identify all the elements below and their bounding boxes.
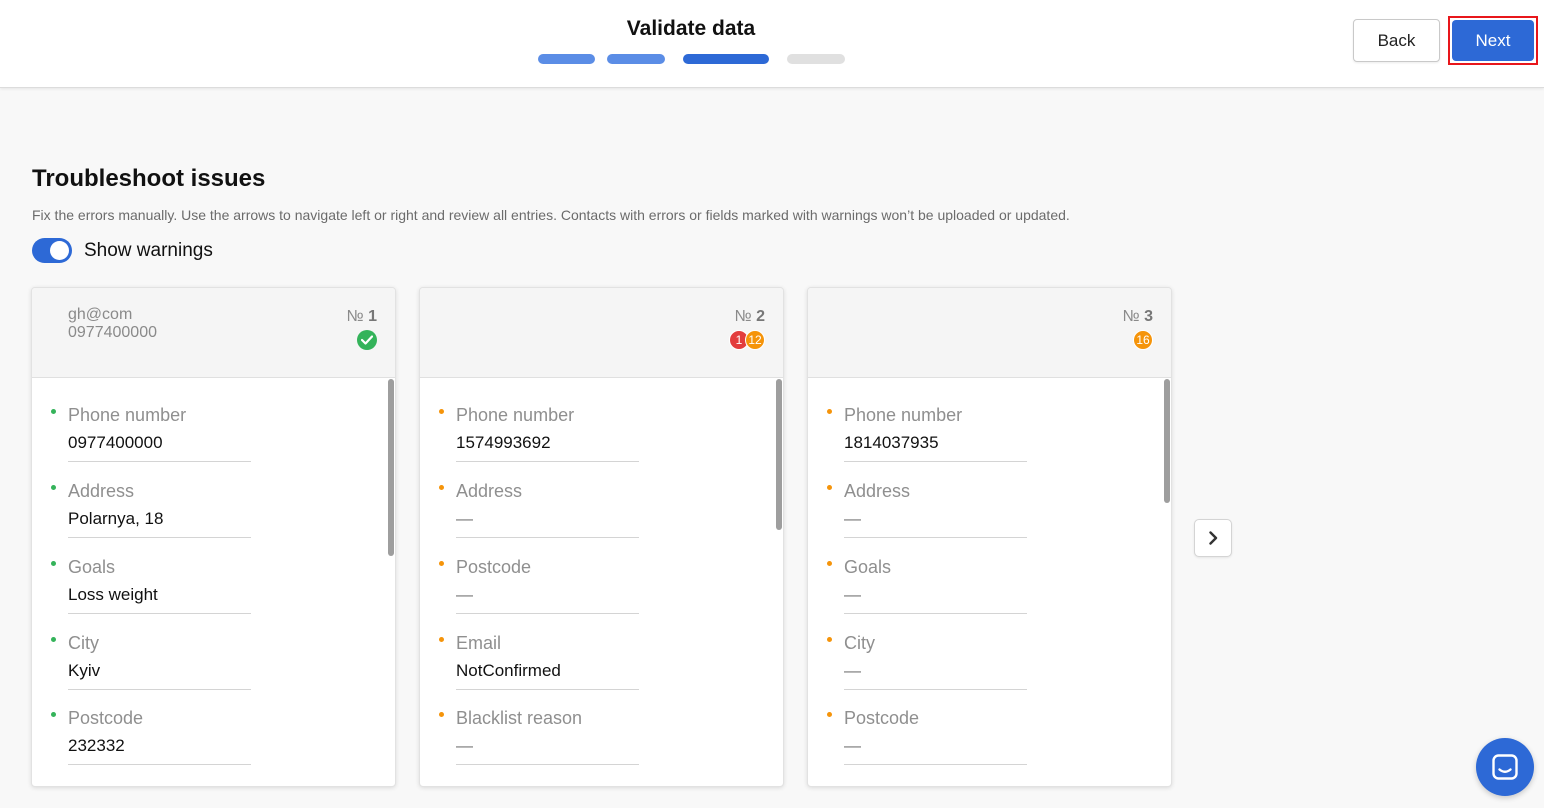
contact-card: gh@com 0977400000 № 1 Phone number 09774… xyxy=(31,287,396,787)
card-number: № 1 xyxy=(346,308,377,325)
field-address: Address — xyxy=(827,480,1027,538)
card-scrollbar[interactable] xyxy=(776,379,782,530)
field-label: Postcode xyxy=(844,708,920,728)
field-address: Address Polarnya, 18 xyxy=(51,480,251,538)
show-warnings-label: Show warnings xyxy=(84,240,213,261)
field-label: Phone number xyxy=(844,405,963,425)
field-value[interactable]: — xyxy=(844,661,1027,690)
field-label: Postcode xyxy=(456,557,532,577)
field-status-dot xyxy=(439,561,444,566)
card-scrollbar[interactable] xyxy=(388,379,394,556)
field-value[interactable]: Kyiv xyxy=(68,661,251,690)
chevron-right-icon xyxy=(1209,531,1218,545)
field-label: Address xyxy=(844,481,911,501)
field-value[interactable]: NotConfirmed xyxy=(456,661,639,690)
field-status-dot xyxy=(439,409,444,414)
field-label: Goals xyxy=(844,557,892,577)
card-status: 1 12 xyxy=(729,330,765,350)
field-value[interactable]: 1814037935 xyxy=(844,433,1027,462)
field-phone-number: Phone number 1814037935 xyxy=(827,404,1027,462)
field-goals: Goals Loss weight xyxy=(51,556,251,614)
card-number: № 3 xyxy=(1122,308,1153,325)
section-description: Fix the errors manually. Use the arrows … xyxy=(32,207,1070,223)
card-status xyxy=(357,330,377,350)
field-status-dot xyxy=(51,561,56,566)
field-value[interactable]: — xyxy=(456,509,639,538)
field-status-dot xyxy=(51,637,56,642)
field-status-dot xyxy=(827,561,832,566)
section-title: Troubleshoot issues xyxy=(32,165,266,192)
field-label: City xyxy=(844,633,875,653)
next-cards-button[interactable] xyxy=(1194,519,1232,557)
contact-card: № 3 16 Phone number 1814037935 Address —… xyxy=(807,287,1172,787)
field-status-dot xyxy=(51,712,56,717)
field-phone-number: Phone number 0977400000 xyxy=(51,404,251,462)
field-value[interactable]: 1574993692 xyxy=(456,433,639,462)
field-city: City — xyxy=(827,632,1027,690)
progress-step-2 xyxy=(607,54,665,64)
field-label: Address xyxy=(456,481,523,501)
field-status-dot xyxy=(51,409,56,414)
field-city: City Kyiv xyxy=(51,632,251,690)
field-value[interactable]: Loss weight xyxy=(68,585,251,614)
warning-count-badge: 12 xyxy=(745,330,765,350)
progress-step-3 xyxy=(683,54,769,64)
contact-card: № 2 1 12 Phone number 1574993692 Address… xyxy=(419,287,784,787)
field-value[interactable]: — xyxy=(844,585,1027,614)
field-value[interactable]: — xyxy=(456,585,639,614)
field-value[interactable]: — xyxy=(456,736,639,765)
field-status-dot xyxy=(827,712,832,717)
page-title: Validate data xyxy=(626,17,756,40)
toggle-knob xyxy=(50,241,69,260)
show-warnings-toggle[interactable] xyxy=(32,238,72,263)
field-postcode: Postcode — xyxy=(439,556,639,614)
card-header: № 3 16 xyxy=(808,288,1171,378)
field-label: Postcode xyxy=(68,708,144,728)
chat-bubble-icon xyxy=(1492,754,1518,780)
field-status-dot xyxy=(439,485,444,490)
field-address: Address — xyxy=(439,480,639,538)
card-number: № 2 xyxy=(734,308,765,325)
field-phone-number: Phone number 1574993692 xyxy=(439,404,639,462)
field-goals: Goals — xyxy=(827,556,1027,614)
field-value[interactable]: 0977400000 xyxy=(68,433,251,462)
card-header: № 2 1 12 xyxy=(420,288,783,378)
field-label: Blacklist reason xyxy=(456,708,583,728)
progress-step-4 xyxy=(787,54,845,64)
field-label: Phone number xyxy=(456,405,575,425)
field-status-dot xyxy=(827,485,832,490)
field-label: Address xyxy=(68,481,135,501)
field-value[interactable]: 232332 xyxy=(68,736,251,765)
card-scrollbar[interactable] xyxy=(1164,379,1170,503)
card-subtitle-email: gh@com xyxy=(68,306,133,323)
card-status: 16 xyxy=(1133,330,1153,350)
field-status-dot xyxy=(439,637,444,642)
card-subtitle-phone: 0977400000 xyxy=(68,324,157,341)
check-circle-icon xyxy=(357,330,377,350)
field-email: Email NotConfirmed xyxy=(439,632,639,690)
card-header: gh@com 0977400000 № 1 xyxy=(32,288,395,378)
top-header: Validate data Back Next xyxy=(0,0,1544,88)
field-blacklist-reason: Blacklist reason — xyxy=(439,707,639,765)
back-button[interactable]: Back xyxy=(1353,19,1440,62)
field-label: Goals xyxy=(68,557,116,577)
field-label: Email xyxy=(456,633,502,653)
chat-button[interactable] xyxy=(1476,738,1534,796)
field-value[interactable]: Polarnya, 18 xyxy=(68,509,251,538)
warning-count-badge: 16 xyxy=(1133,330,1153,350)
field-status-dot xyxy=(51,485,56,490)
field-label: City xyxy=(68,633,99,653)
progress-step-1 xyxy=(538,54,595,64)
field-status-dot xyxy=(827,409,832,414)
field-status-dot xyxy=(827,637,832,642)
field-postcode: Postcode — xyxy=(827,707,1027,765)
field-value[interactable]: — xyxy=(844,736,1027,765)
next-button[interactable]: Next xyxy=(1452,20,1534,61)
field-label: Phone number xyxy=(68,405,187,425)
field-value[interactable]: — xyxy=(844,509,1027,538)
field-postcode: Postcode 232332 xyxy=(51,707,251,765)
field-status-dot xyxy=(439,712,444,717)
